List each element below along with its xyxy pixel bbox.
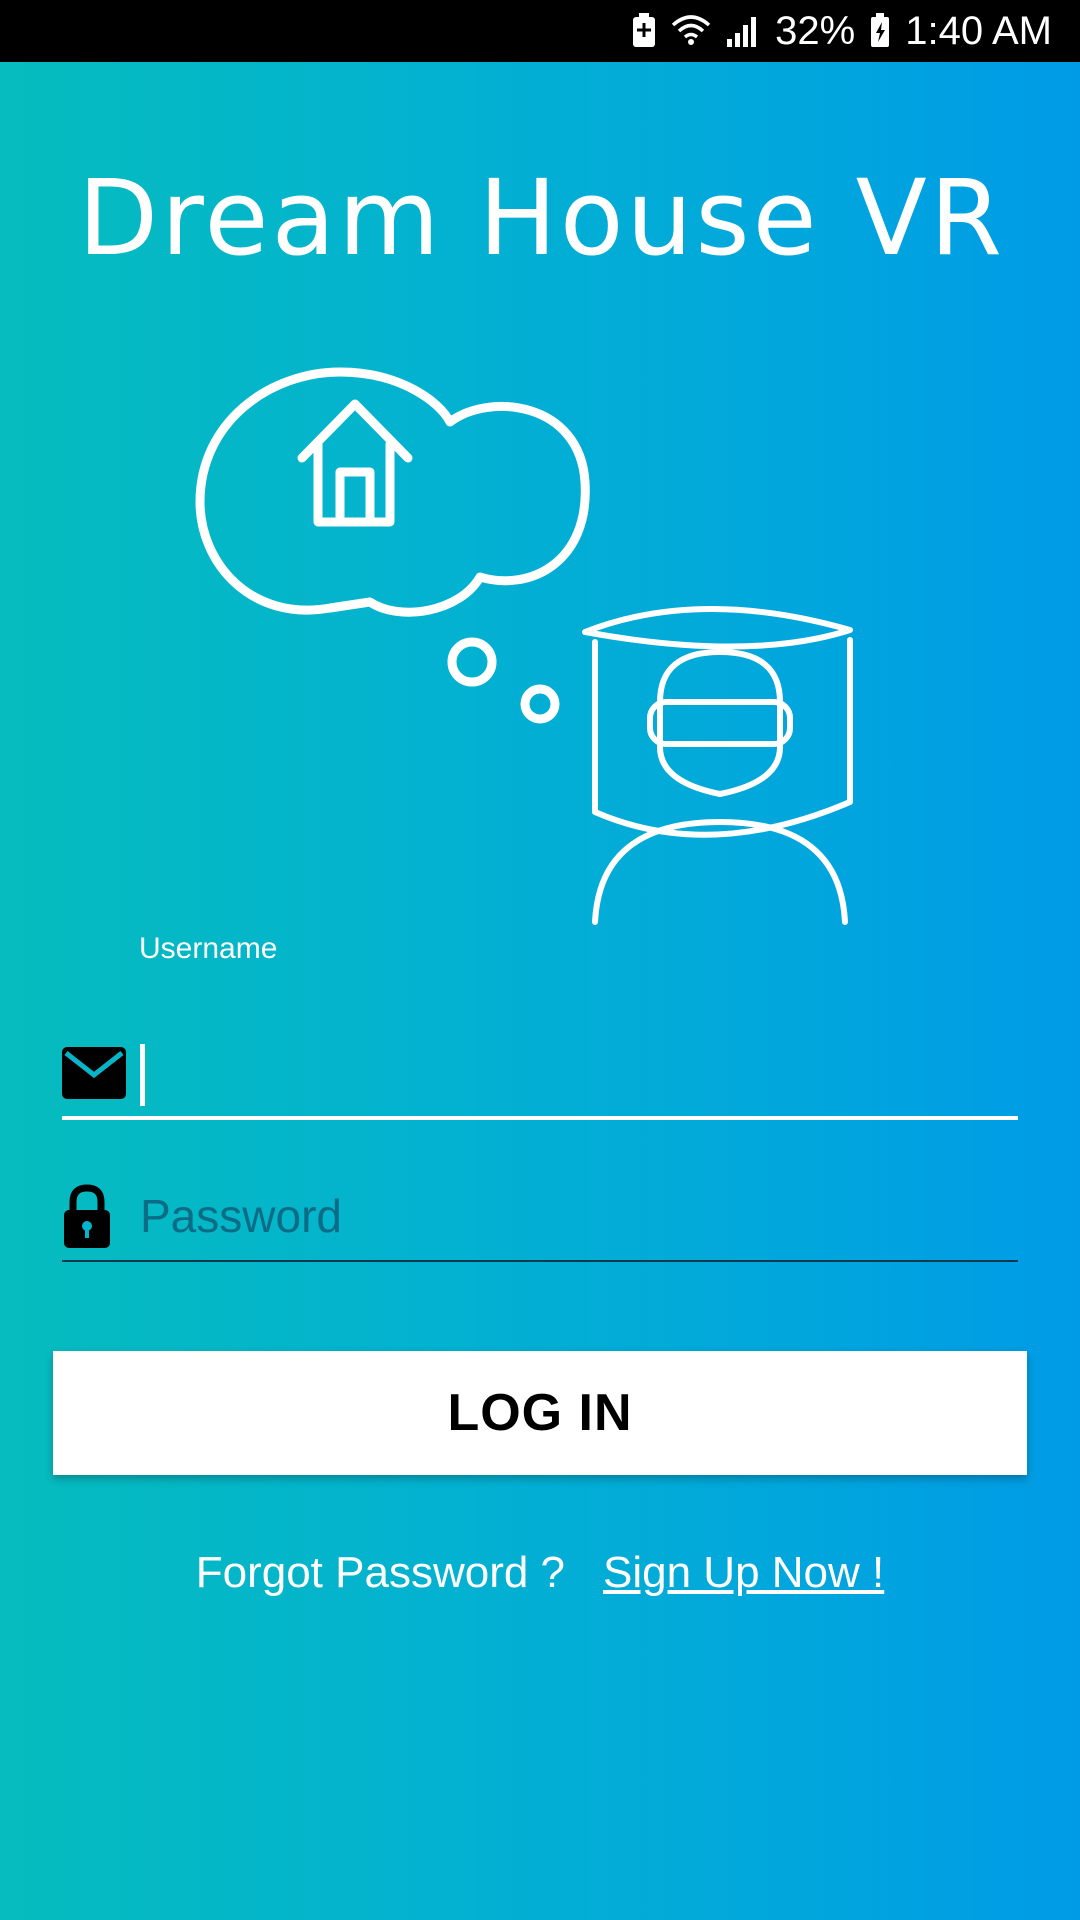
username-input[interactable]: [140, 1033, 1018, 1113]
clock: 1:40 AM: [905, 9, 1052, 53]
username-label: Username: [139, 932, 278, 965]
battery-saver-icon: [631, 13, 657, 49]
wifi-icon: [671, 13, 711, 49]
envelope-icon: [62, 1028, 140, 1118]
battery-charging-icon: [869, 13, 891, 49]
signal-icon: [725, 13, 761, 49]
footer-links: Forgot Password ? Sign Up Now !: [0, 1548, 1080, 1608]
username-field[interactable]: [62, 1030, 1018, 1120]
lock-icon: [62, 1171, 140, 1261]
sign-up-link[interactable]: Sign Up Now !: [603, 1548, 884, 1608]
status-bar: 32% 1:40 AM: [0, 0, 1080, 62]
password-field[interactable]: [62, 1172, 1018, 1262]
forgot-password-link[interactable]: Forgot Password ?: [196, 1548, 565, 1608]
app-title: Dream House VR: [78, 157, 1006, 279]
battery-percent: 32%: [775, 9, 856, 53]
login-button[interactable]: LOG IN: [53, 1351, 1027, 1475]
password-input[interactable]: [140, 1176, 1018, 1256]
vr-dream-house-icon: [190, 362, 890, 962]
text-cursor: [140, 1044, 145, 1106]
login-screen: Dream House VR Username LOG IN Forgot Pa…: [0, 62, 1080, 1920]
